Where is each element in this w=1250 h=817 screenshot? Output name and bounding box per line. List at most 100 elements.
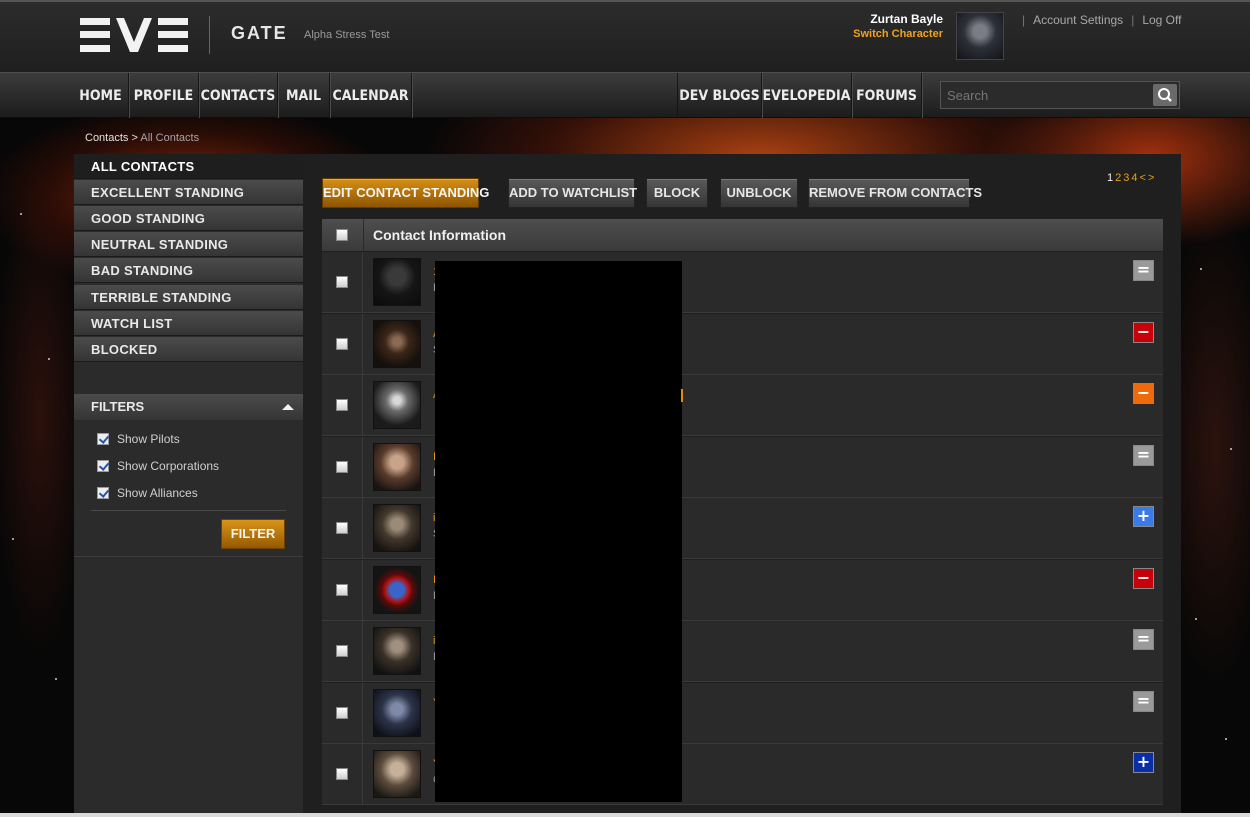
row-checkbox[interactable] (336, 522, 348, 534)
search-icon (1158, 88, 1172, 102)
contact-portrait[interactable] (373, 258, 421, 306)
sidebar-item-neutral-standing[interactable]: NEUTRAL STANDING (74, 232, 303, 257)
sidebar-item-terrible-standing[interactable]: TERRIBLE STANDING (74, 285, 303, 310)
filter-show-alliances[interactable]: Show Alliances (97, 486, 198, 500)
nav-contacts[interactable]: CONTACTS (199, 73, 278, 119)
edit-contact-standing-button[interactable]: EDIT CONTACT STANDING (322, 178, 489, 208)
standing-neutral-icon[interactable]: = (1133, 691, 1154, 712)
unblock-button[interactable]: UNBLOCK (720, 178, 798, 208)
page-3[interactable]: 3 (1123, 172, 1129, 184)
standing-bad-icon[interactable]: − (1133, 383, 1154, 404)
standing-neutral-icon[interactable]: = (1133, 629, 1154, 650)
sidebar-item-good-standing[interactable]: GOOD STANDING (74, 206, 303, 231)
search-button[interactable] (1153, 84, 1177, 106)
eve-logo[interactable] (80, 18, 190, 52)
page-4[interactable]: 4 (1131, 172, 1137, 184)
row-checkbox[interactable] (336, 768, 348, 780)
main-nav: HOME PROFILE CONTACTS MAIL CALENDAR DEV … (0, 72, 1250, 119)
account-links: | Account Settings | Log Off (1014, 13, 1181, 27)
gate-title: GATE (231, 23, 288, 43)
star (1225, 738, 1227, 740)
contact-portrait[interactable] (373, 443, 421, 491)
link-separator: | (1131, 13, 1135, 27)
row-checkbox[interactable] (336, 338, 348, 350)
contact-portrait[interactable] (373, 381, 421, 429)
row-checkbox-cell (322, 314, 363, 375)
select-all-checkbox[interactable] (336, 229, 348, 241)
filter-divider (91, 510, 286, 511)
search-box (940, 81, 1180, 109)
search-input[interactable] (941, 82, 1151, 108)
pagination: 1 2 3 4 < > (1107, 172, 1156, 184)
breadcrumb-contacts[interactable]: Contacts (85, 132, 128, 144)
block-button[interactable]: BLOCK (646, 178, 708, 208)
row-checkbox-cell (322, 375, 363, 436)
page-prev[interactable]: < (1140, 172, 1146, 184)
sidebar-item-bad-standing[interactable]: BAD STANDING (74, 258, 303, 283)
star (12, 538, 14, 540)
breadcrumb: Contacts > All Contacts (85, 132, 199, 144)
switch-character-link[interactable]: Switch Character (853, 28, 943, 40)
user-avatar[interactable] (956, 12, 1004, 60)
nav-calendar[interactable]: CALENDAR (330, 73, 412, 119)
filter-button[interactable]: FILTER (221, 519, 285, 549)
nav-dev-blogs[interactable]: DEV BLOGS (677, 73, 762, 119)
standing-good-icon[interactable]: + (1133, 506, 1154, 527)
breadcrumb-separator: > (131, 132, 138, 144)
contact-portrait[interactable] (373, 627, 421, 675)
filter-show-corporations[interactable]: Show Corporations (97, 459, 219, 473)
filter-label: Show Alliances (117, 486, 198, 500)
contact-portrait[interactable] (373, 750, 421, 798)
filter-label: Show Corporations (117, 459, 220, 473)
page-1[interactable]: 1 (1107, 172, 1113, 184)
standing-excellent-icon[interactable]: + (1133, 752, 1154, 773)
filters-header[interactable]: FILTERS (74, 394, 303, 420)
star (48, 358, 50, 360)
page-2[interactable]: 2 (1115, 172, 1121, 184)
show-corporations-checkbox[interactable] (97, 460, 109, 472)
nav-mail[interactable]: MAIL (278, 73, 330, 119)
nav-forums[interactable]: FORUMS (852, 73, 922, 119)
sidebar-item-excellent-standing[interactable]: EXCELLENT STANDING (74, 180, 303, 205)
remove-from-contacts-button[interactable]: REMOVE FROM CONTACTS (808, 178, 982, 208)
row-checkbox[interactable] (336, 399, 348, 411)
link-separator: | (1022, 13, 1026, 27)
show-alliances-checkbox[interactable] (97, 487, 109, 499)
nav-evelopedia[interactable]: EVELOPEDIA (762, 73, 852, 119)
star (1230, 448, 1232, 450)
contact-portrait[interactable] (373, 320, 421, 368)
standing-terrible-icon[interactable]: − (1133, 568, 1154, 589)
row-checkbox[interactable] (336, 645, 348, 657)
gate-subtitle: Alpha Stress Test (304, 29, 390, 41)
sidebar-item-watch-list[interactable]: WATCH LIST (74, 311, 303, 336)
filters-title: FILTERS (91, 399, 145, 414)
show-pilots-checkbox[interactable] (97, 433, 109, 445)
row-checkbox[interactable] (336, 461, 348, 473)
sidebar-item-blocked[interactable]: BLOCKED (74, 337, 303, 362)
row-checkbox-cell (322, 252, 363, 313)
column-divider (363, 219, 364, 251)
nav-profile[interactable]: PROFILE (129, 73, 199, 119)
row-checkbox-cell (322, 437, 363, 498)
contact-portrait[interactable] (373, 504, 421, 552)
contact-portrait[interactable] (373, 566, 421, 614)
add-to-watchlist-button[interactable]: ADD TO WATCHLIST (508, 178, 637, 208)
filter-show-pilots[interactable]: Show Pilots (97, 432, 180, 446)
contact-information-header: Contact Information (373, 227, 506, 243)
row-checkbox[interactable] (336, 707, 348, 719)
row-checkbox[interactable] (336, 276, 348, 288)
page-next[interactable]: > (1148, 172, 1154, 184)
star (1200, 268, 1202, 270)
row-checkbox[interactable] (336, 584, 348, 596)
sidebar-item-all-contacts[interactable]: ALL CONTACTS (74, 154, 303, 179)
contact-portrait[interactable] (373, 689, 421, 737)
text-fragment (681, 389, 683, 402)
standing-neutral-icon[interactable]: = (1133, 445, 1154, 466)
chevron-up-icon[interactable] (282, 404, 294, 410)
standing-neutral-icon[interactable]: = (1133, 260, 1154, 281)
standing-terrible-icon[interactable]: − (1133, 322, 1154, 343)
account-settings-link[interactable]: Account Settings (1033, 13, 1123, 27)
log-off-link[interactable]: Log Off (1142, 13, 1181, 27)
nav-home[interactable]: HOME (73, 73, 129, 119)
filter-label: Show Pilots (117, 432, 180, 446)
